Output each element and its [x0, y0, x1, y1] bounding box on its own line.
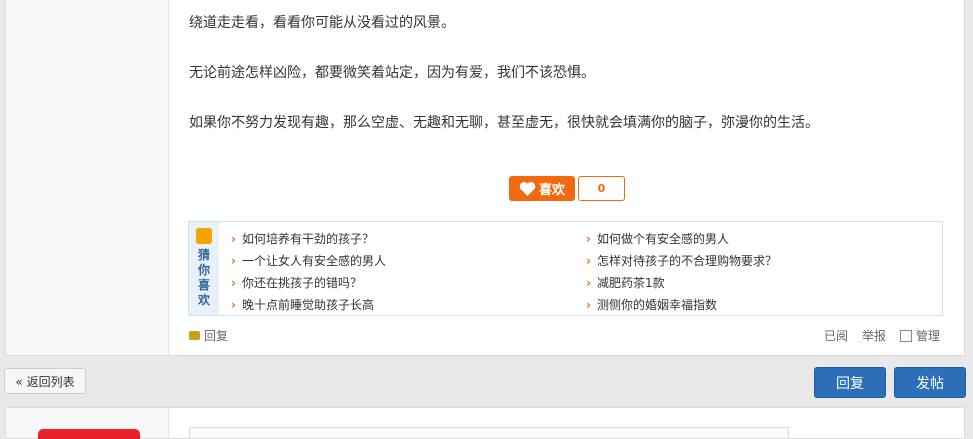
guess-link-label: 如何做个有安全感的男人	[596, 232, 729, 246]
guess-right-column: › 如何做个有安全感的男人 › 怎样对待孩子的不合理购物要求？ › 减肥药茶1款 › 测…	[586, 228, 777, 316]
guess-title-char: 欢	[197, 293, 210, 307]
chevron-right-icon: ›	[586, 276, 591, 290]
like-label: 喜欢	[538, 183, 565, 198]
guess-link-label: 减肥药茶1款	[596, 276, 665, 290]
guess-link[interactable]: › 测侧你的婚姻幸福指数	[586, 294, 777, 316]
author-sidebar	[6, 0, 169, 355]
guess-link[interactable]: › 怎样对待孩子的不合理购物要求？	[586, 250, 777, 272]
guess-link[interactable]: › 一个让女人有安全感的男人	[231, 250, 386, 272]
manage-label: 管理	[916, 329, 941, 343]
chevron-right-icon: ›	[231, 298, 236, 312]
guess-link-label: 晚十点前睡觉助孩子长高	[241, 298, 374, 312]
guess-link[interactable]: › 如何培养有干劲的孩子？	[231, 228, 386, 250]
like-count: 0	[578, 176, 625, 201]
post-container: 绕道走走看，看看你可能从没看过的风景。 无论前途怎样凶险，都要微笑着站定，因为有…	[5, 0, 965, 356]
guess-title-char: 喜	[197, 278, 210, 292]
chevron-right-icon: ›	[586, 298, 591, 312]
guess-link-label: 你还在挑孩子的错吗？	[241, 276, 362, 290]
guess-link-label: 如何培养有干劲的孩子？	[241, 232, 374, 246]
guess-link[interactable]: › 减肥药茶1款	[586, 272, 777, 294]
guess-link[interactable]: › 你还在挑孩子的错吗？	[231, 272, 386, 294]
post-paragraph: 无论前途怎样凶险，都要微笑着站定，因为有爱，我们不该恐惧。	[189, 65, 595, 81]
chevron-right-icon: ›	[586, 254, 591, 268]
guess-sidebar: 猜 你 喜 欢	[189, 222, 219, 315]
post-paragraph: 如果你不努力发现有趣，那么空虚、无趣和无聊，甚至虚无，很快就会填满你的脑子，弥漫…	[189, 115, 819, 131]
chevron-right-icon: ›	[231, 254, 236, 268]
reply-label: 回复	[204, 329, 229, 343]
chevron-right-icon: ›	[231, 232, 236, 246]
guess-link-label: 一个让女人有安全感的男人	[241, 254, 386, 268]
heart-icon	[519, 181, 536, 196]
next-post-container	[5, 407, 965, 439]
guess-link-label: 测侧你的婚姻幸福指数	[596, 298, 717, 312]
post-actions: 已阅 举报 管理	[824, 327, 940, 344]
guess-link[interactable]: › 晚十点前睡觉助孩子长高	[231, 294, 386, 316]
reply-button[interactable]: 回复	[814, 367, 886, 398]
next-author-sidebar	[6, 408, 169, 439]
chevron-right-icon: ›	[231, 276, 236, 290]
manage-checkbox[interactable]	[900, 329, 913, 342]
post-content: 绕道走走看，看看你可能从没看过的风景。 无论前途怎样凶险，都要微笑着站定，因为有…	[189, 14, 949, 164]
guess-title-char: 你	[197, 263, 210, 277]
post-paragraph: 绕道走走看，看看你可能从没看过的风景。	[189, 15, 455, 31]
guess-link-label: 怎样对待孩子的不合理购物要求？	[596, 254, 777, 268]
like-button[interactable]: 喜欢	[509, 176, 575, 201]
read-link[interactable]: 已阅	[824, 327, 848, 344]
guess-you-like-box: 猜 你 喜 欢 › 如何培养有干劲的孩子？ › 一个让女人有安全感的男人 › 你还在挑…	[188, 221, 943, 316]
new-post-button[interactable]: 发帖	[894, 367, 966, 398]
next-post-box	[189, 427, 789, 438]
reply-link[interactable]: 回复	[189, 327, 228, 344]
face-icon	[196, 228, 212, 244]
back-to-list-button[interactable]: « 返回列表	[4, 368, 86, 394]
comment-icon	[189, 331, 200, 340]
guess-link[interactable]: › 如何做个有安全感的男人	[586, 228, 777, 250]
guess-left-column: › 如何培养有干劲的孩子？ › 一个让女人有安全感的男人 › 你还在挑孩子的错吗？ ›…	[231, 228, 386, 316]
report-link[interactable]: 举报	[862, 327, 886, 344]
guess-title-char: 猜	[197, 248, 210, 262]
guess-title: 猜 你 喜 欢	[189, 248, 219, 308]
chevron-right-icon: ›	[586, 232, 591, 246]
